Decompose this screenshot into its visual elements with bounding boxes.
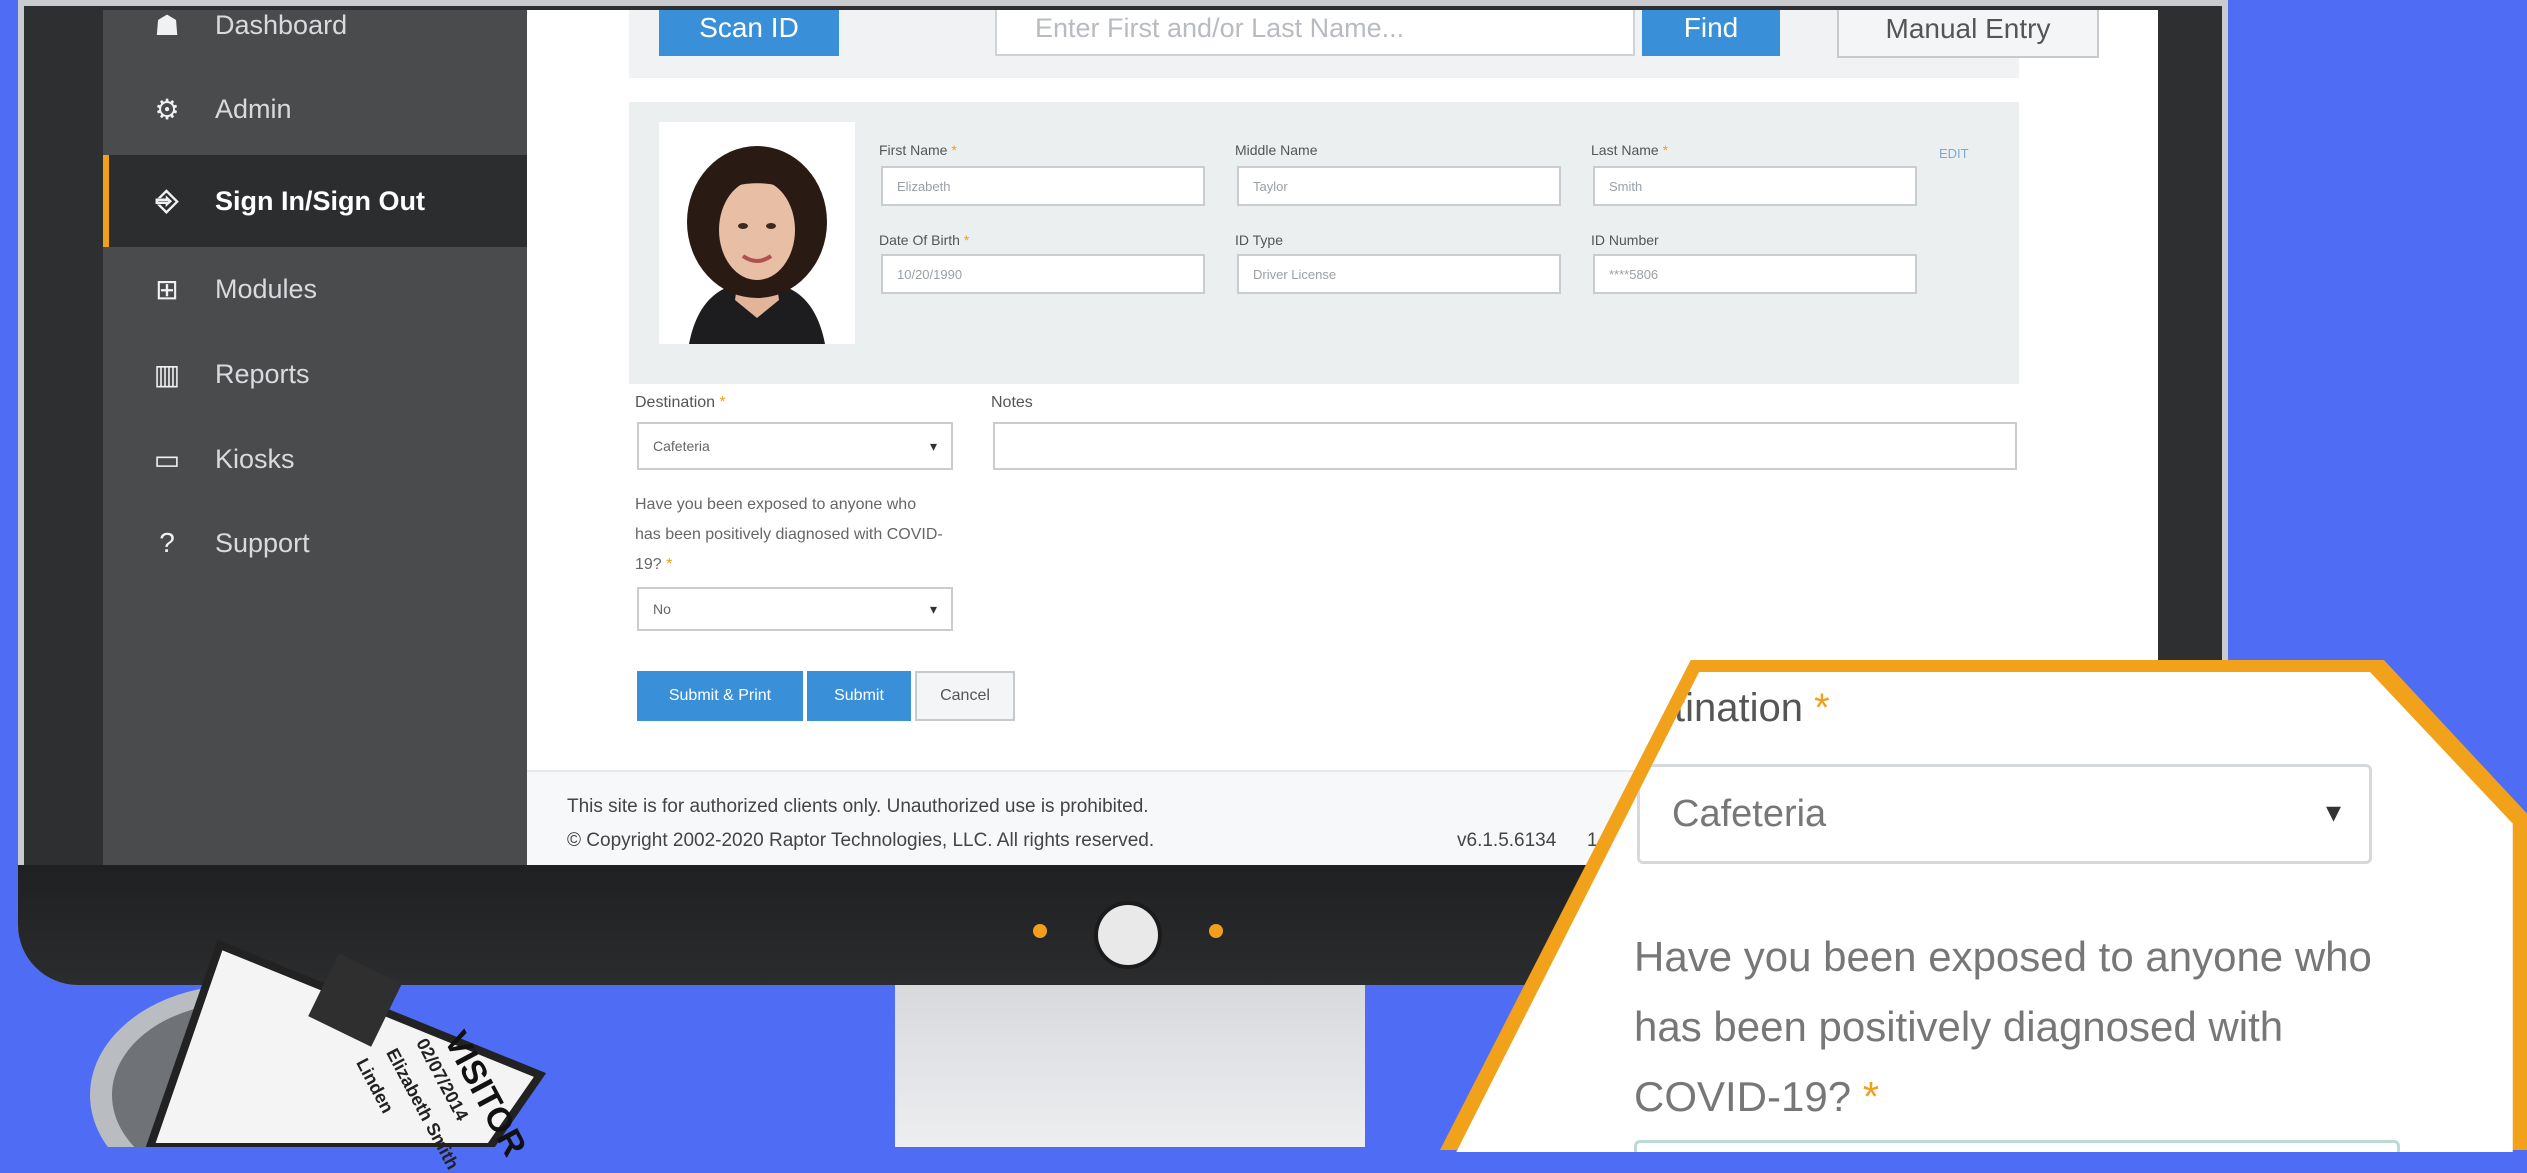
sidebar-item-dashboard[interactable]: ☗ Dashboard bbox=[103, 10, 527, 64]
callout-covid-question: Have you been exposed to anyone who has … bbox=[1634, 933, 2372, 1120]
sidebar-item-label: Sign In/Sign Out bbox=[215, 185, 425, 216]
id-type-field[interactable]: Driver License bbox=[1237, 254, 1561, 294]
last-name-label: Last Name * bbox=[1591, 142, 1669, 158]
sidebar-item-label: Support bbox=[215, 527, 310, 558]
sign-in-icon: ⎆ bbox=[155, 184, 179, 216]
submit-button[interactable]: Submit bbox=[807, 671, 911, 721]
find-button[interactable]: Find bbox=[1642, 10, 1780, 56]
id-number-label: ID Number bbox=[1591, 232, 1659, 248]
monitor-stand bbox=[895, 985, 1365, 1147]
sidebar-item-admin[interactable]: ⚙ Admin bbox=[103, 70, 527, 148]
middle-name-field[interactable]: Taylor bbox=[1237, 166, 1561, 206]
visitor-badge-roll: VISITOR 02/07/2014 Elizabeth Smith Linde… bbox=[70, 905, 610, 1173]
notes-label: Notes bbox=[991, 394, 1033, 411]
visitor-details-card: First Name * Elizabeth Middle Name Taylo… bbox=[629, 102, 2019, 384]
id-type-label: ID Type bbox=[1235, 232, 1283, 248]
dob-field[interactable]: 10/20/1990 bbox=[881, 254, 1205, 294]
sidebar-item-label: Reports bbox=[215, 358, 310, 389]
covid-question: Have you been exposed to anyone who has … bbox=[635, 496, 943, 573]
cancel-button[interactable]: Cancel bbox=[915, 671, 1015, 721]
covid-answer-select[interactable]: No ▾ bbox=[637, 587, 953, 631]
sidebar-item-reports[interactable]: ▥ Reports bbox=[103, 335, 527, 413]
first-name-label: First Name * bbox=[879, 142, 957, 158]
monitor-icon: ▭ bbox=[153, 443, 181, 475]
first-name-field[interactable]: Elizabeth bbox=[881, 166, 1205, 206]
notes-input[interactable] bbox=[993, 422, 2017, 470]
covid-answer-value: No bbox=[653, 601, 671, 617]
footer-version: v6.1.5.6134 bbox=[1457, 830, 1557, 851]
scan-id-button[interactable]: Scan ID bbox=[659, 10, 839, 56]
sidebar-item-sign-in-sign-out[interactable]: ⎆ Sign In/Sign Out bbox=[103, 155, 527, 247]
sidebar-item-kiosks[interactable]: ▭ Kiosks bbox=[103, 420, 527, 498]
dashboard-icon: ☗ bbox=[154, 10, 180, 41]
chevron-down-icon: ▾ bbox=[929, 438, 937, 454]
sidebar-item-support[interactable]: ? Support bbox=[103, 504, 527, 582]
destination-select[interactable]: Cafeteria ▾ bbox=[637, 422, 953, 470]
middle-name-label: Middle Name bbox=[1235, 142, 1318, 158]
edit-link[interactable]: EDIT bbox=[1939, 146, 1969, 161]
callout-answer-select[interactable] bbox=[1634, 1140, 2400, 1152]
callout-destination-select[interactable]: Cafeteria ▾ bbox=[1637, 764, 2372, 864]
submit-and-print-button[interactable]: Submit & Print bbox=[637, 671, 803, 721]
footer-copyright: © Copyright 2002-2020 Raptor Technologie… bbox=[567, 830, 1155, 851]
callout-destination-value: Cafeteria bbox=[1672, 792, 1827, 835]
sidebar-item-label: Modules bbox=[215, 273, 318, 304]
sidebar: ☗ Dashboard ⚙ Admin ⎆ Sign In/Sign Out ⊞… bbox=[103, 10, 527, 868]
sidebar-item-label: Kiosks bbox=[215, 443, 295, 474]
question-icon: ? bbox=[159, 527, 175, 558]
dob-label: Date Of Birth * bbox=[879, 232, 970, 248]
gear-icon: ⚙ bbox=[154, 93, 180, 125]
last-name-field[interactable]: Smith bbox=[1593, 166, 1917, 206]
destination-value: Cafeteria bbox=[653, 438, 710, 454]
chevron-down-icon: ▾ bbox=[929, 601, 937, 617]
sidebar-item-label: Dashboard bbox=[215, 10, 348, 40]
callout-destination-label: tination * bbox=[1674, 686, 1830, 730]
modules-icon: ⊞ bbox=[155, 273, 179, 305]
footer-notice: This site is for authorized clients only… bbox=[567, 796, 1149, 817]
manual-entry-button[interactable]: Manual Entry bbox=[1837, 10, 2099, 58]
reports-icon: ▥ bbox=[153, 358, 181, 390]
chevron-down-icon: ▾ bbox=[2325, 796, 2341, 829]
indicator-light bbox=[1209, 924, 1223, 938]
id-number-field[interactable]: ****5806 bbox=[1593, 254, 1917, 294]
sidebar-item-modules[interactable]: ⊞ Modules bbox=[103, 250, 527, 328]
sidebar-item-label: Admin bbox=[215, 93, 292, 124]
destination-label: Destination * bbox=[635, 394, 726, 411]
indicator-light bbox=[1033, 924, 1047, 938]
visitor-photo bbox=[659, 122, 855, 344]
search-bar: Scan ID Enter First and/or Last Name... … bbox=[629, 10, 2099, 78]
monitor-button bbox=[1098, 905, 1158, 965]
name-search-input[interactable]: Enter First and/or Last Name... bbox=[995, 10, 1635, 56]
